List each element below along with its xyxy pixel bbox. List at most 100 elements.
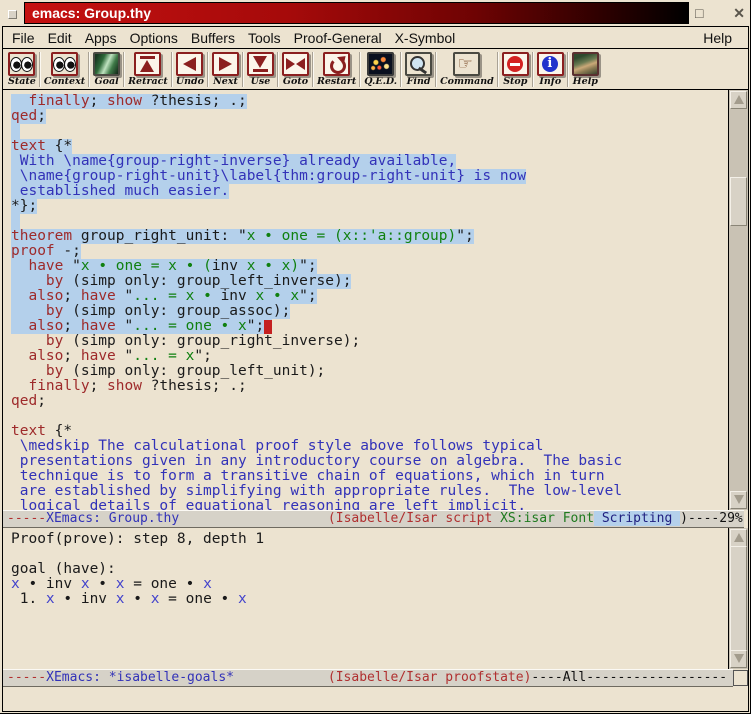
text-segment: ; xyxy=(37,108,46,124)
text-segment: -; xyxy=(55,243,81,259)
text-segment: x xyxy=(238,591,247,607)
text-segment: 1. xyxy=(11,591,46,607)
text-segment: have xyxy=(81,318,116,334)
toolbar-use[interactable]: Use xyxy=(246,52,275,87)
toolbar-info[interactable]: Info xyxy=(536,52,565,87)
find-icon xyxy=(405,52,432,76)
text-segment xyxy=(11,348,28,364)
eyes-icon xyxy=(51,52,78,76)
menu-item-file[interactable]: File xyxy=(9,29,38,47)
close-button[interactable]: ✕ xyxy=(733,3,745,23)
toolbar-retract[interactable]: Retract xyxy=(127,52,169,87)
toolbar-button-label: Next xyxy=(213,76,238,87)
text-segment: "; xyxy=(299,258,316,274)
buffer-line: established much easier. xyxy=(11,184,728,199)
toolbar-button-label: State xyxy=(8,76,36,87)
buffer-line: logical details of equational reasoning … xyxy=(11,499,728,510)
script-scrollbar[interactable] xyxy=(728,90,748,510)
text-segment: by xyxy=(46,333,63,349)
scroll-down-arrow-icon[interactable] xyxy=(730,491,747,509)
eyes-icon xyxy=(8,52,35,76)
toolbar-separator xyxy=(171,52,173,87)
text-segment: by xyxy=(46,363,63,379)
text-segment: (simp only: group_left_unit); xyxy=(63,363,325,379)
buffer-line: *}; xyxy=(11,199,728,214)
menu-item-tools[interactable]: Tools xyxy=(245,29,284,47)
text-segment xyxy=(11,318,28,334)
buffer-line-text: 1. x • inv x • x = one • x xyxy=(11,592,247,607)
goals-scrollbar[interactable] xyxy=(728,528,748,669)
resize-grip[interactable] xyxy=(733,670,748,686)
toolbar-button-label: Retract xyxy=(128,76,168,87)
buffer-line-text: text {* xyxy=(11,139,72,154)
buffer-line-text: x • inv x • x = one • x xyxy=(11,577,212,592)
menu-item-buffers[interactable]: Buffers xyxy=(188,29,238,47)
toolbar-help[interactable]: Help xyxy=(571,52,600,87)
info-icon xyxy=(537,52,564,76)
toolbar-q-e-d-[interactable]: Q.E.D. xyxy=(363,52,398,87)
scroll-up-arrow-icon[interactable] xyxy=(730,529,747,547)
scrollbar-thumb[interactable] xyxy=(730,546,747,651)
text-segment: ?thesis; .; xyxy=(142,378,247,394)
toolbar-separator xyxy=(400,52,402,87)
text-segment: With \name{group-right-inverse} already … xyxy=(11,153,456,169)
text-segment: " xyxy=(116,348,133,364)
text-segment: also xyxy=(28,348,63,364)
buffer-line: also; have "... = one • x"; xyxy=(11,319,728,334)
toolbar-button-label: Command xyxy=(440,76,494,87)
menu-item-help[interactable]: Help xyxy=(700,29,735,47)
toolbar-find[interactable]: Find xyxy=(404,52,433,87)
window-menu-button[interactable] xyxy=(8,10,17,19)
menu-item-options[interactable]: Options xyxy=(127,29,181,47)
script-buffer[interactable]: finally; show ?thesis; .;qed;text {* Wit… xyxy=(3,90,728,510)
text-segment: x xyxy=(81,576,90,592)
scrollbar-thumb[interactable] xyxy=(730,177,747,226)
buffer-line: Proof(prove): step 8, depth 1 xyxy=(11,532,728,547)
buffer-line-text: \medskip The calculational proof style a… xyxy=(11,439,544,454)
text-segment: ... = x xyxy=(133,348,194,364)
text-segment: technique is to form a transitive chain … xyxy=(11,468,605,484)
text-segment: group_right_unit: " xyxy=(72,228,247,244)
toolbar-goal[interactable]: Goal xyxy=(92,52,121,87)
titlebar[interactable]: emacs: Group.thy xyxy=(24,2,689,24)
qed-photo-icon xyxy=(367,52,394,76)
toolbar-separator xyxy=(207,52,209,87)
buffer-line: also; have "... = x"; xyxy=(11,349,728,364)
goals-modeline[interactable]: -----XEmacs: *isabelle-goals* (Isabelle/… xyxy=(3,669,733,687)
toolbar-separator xyxy=(88,52,90,87)
text-segment: x • x) xyxy=(238,258,299,274)
scroll-down-arrow-icon[interactable] xyxy=(730,650,747,668)
toolbar-button-label: Undo xyxy=(176,76,204,87)
text-segment: "; xyxy=(247,318,264,334)
toolbar-next[interactable]: Next xyxy=(211,52,240,87)
toolbar-undo[interactable]: Undo xyxy=(175,52,205,87)
toolbar-command[interactable]: Command xyxy=(439,52,495,87)
maximize-button[interactable]: □ xyxy=(695,3,703,23)
buffer-line-text: presentations given in any introductory … xyxy=(11,454,622,469)
toolbar-stop[interactable]: Stop xyxy=(501,52,530,87)
scroll-up-arrow-icon[interactable] xyxy=(730,91,747,109)
toolbar-button-label: Restart xyxy=(317,76,356,87)
menu-item-x-symbol[interactable]: X-Symbol xyxy=(392,29,459,47)
text-segment: XEmacs: Group.thy xyxy=(46,511,179,526)
toolbar-goto[interactable]: Goto xyxy=(281,52,310,87)
buffer-line-text: proof -; xyxy=(11,244,81,259)
text-segment: {* xyxy=(46,423,72,439)
menu-item-edit[interactable]: Edit xyxy=(45,29,75,47)
minibuffer[interactable] xyxy=(3,687,748,711)
menu-item-proof-general[interactable]: Proof-General xyxy=(291,29,385,47)
text-segment: x xyxy=(11,576,20,592)
buffer-line-text: are established by simplifying with appr… xyxy=(11,484,622,499)
text-segment xyxy=(179,511,328,526)
menu-item-apps[interactable]: Apps xyxy=(82,29,120,47)
goals-buffer[interactable]: Proof(prove): step 8, depth 1goal (have)… xyxy=(3,528,728,669)
buffer-line: are established by simplifying with appr… xyxy=(11,484,728,499)
toolbar-context[interactable]: Context xyxy=(43,52,86,87)
buffer-line: qed; xyxy=(11,109,728,124)
toolbar-separator xyxy=(39,52,41,87)
toolbar-restart[interactable]: Restart xyxy=(316,52,357,87)
buffer-line: With \name{group-right-inverse} already … xyxy=(11,154,728,169)
buffer-line-text: by (simp only: group_assoc); xyxy=(11,304,290,319)
toolbar-state[interactable]: State xyxy=(7,52,37,87)
script-modeline[interactable]: -----XEmacs: Group.thy (Isabelle/Isar sc… xyxy=(3,510,744,528)
